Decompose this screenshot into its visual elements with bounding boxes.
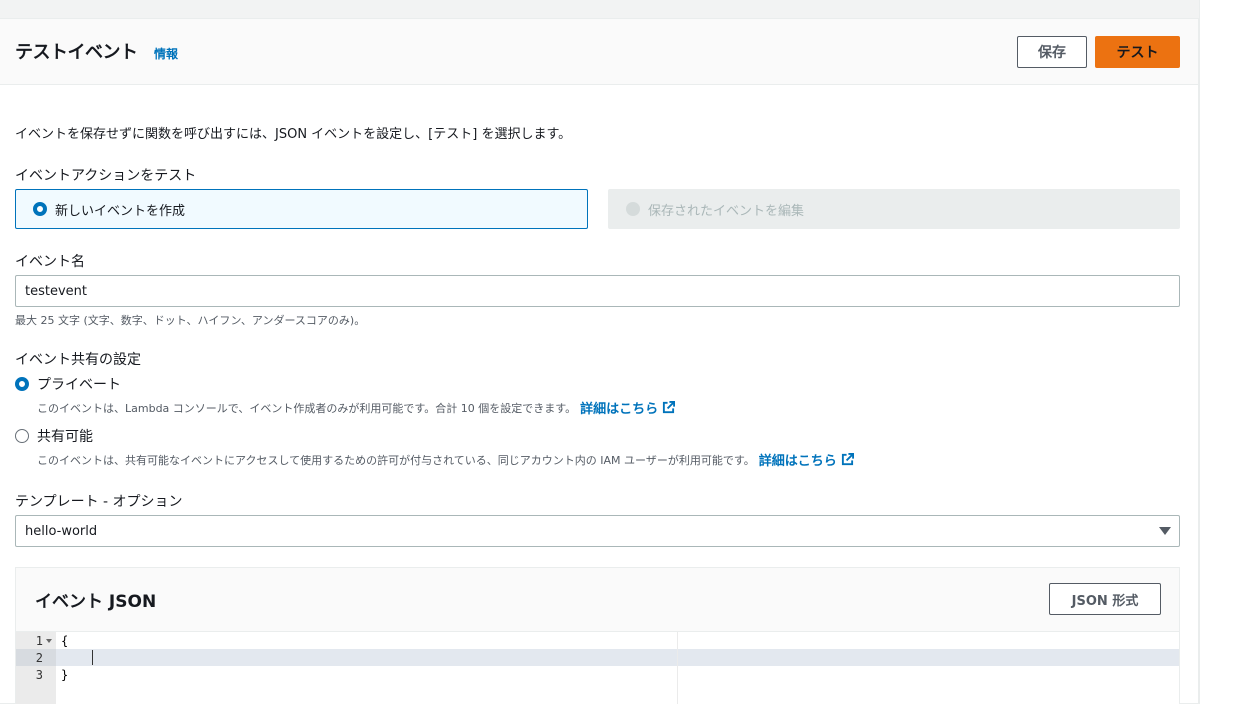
learn-more-link-private[interactable]: 詳細はこちら bbox=[580, 398, 676, 417]
learn-more-label: 詳細はこちら bbox=[758, 454, 837, 469]
shareable-description-text: このイベントは、共有可能なイベントにアクセスして使用するための許可が付与されてい… bbox=[37, 453, 755, 467]
description-text: イベントを保存せずに関数を呼び出すには、JSON イベントを設定し、[テスト] … bbox=[15, 127, 572, 142]
json-code-editor[interactable]: 1 { 2 3 } bbox=[16, 632, 1179, 704]
line-number: 3 bbox=[35, 667, 43, 682]
save-button[interactable]: 保存 bbox=[1017, 36, 1087, 68]
sharing-label: イベント共有の設定 bbox=[15, 352, 141, 368]
json-format-button[interactable]: JSON 形式 bbox=[1049, 583, 1161, 615]
event-action-label: イベントアクションをテスト bbox=[15, 168, 197, 184]
external-link-icon bbox=[663, 401, 676, 414]
line-number: 2 bbox=[35, 650, 43, 665]
panel-header: テストイベント 情報 保存 テスト bbox=[0, 19, 1198, 85]
print-margin bbox=[677, 632, 678, 704]
edit-saved-event-tile: 保存されたイベントを編集 bbox=[608, 189, 1180, 229]
radio-private-label: プライベート bbox=[37, 377, 121, 393]
code-line: } bbox=[61, 667, 69, 682]
caret-down-icon bbox=[1159, 527, 1171, 535]
private-description-text: このイベントは、Lambda コンソールで、イベント作成者のみが利用可能です。合… bbox=[37, 401, 577, 415]
info-link[interactable]: 情報 bbox=[154, 45, 178, 62]
radio-private[interactable]: プライベート bbox=[15, 374, 121, 394]
template-value: hello-world bbox=[25, 523, 98, 539]
test-event-panel: テストイベント 情報 保存 テスト イベントを保存せずに関数を呼び出すには、JS… bbox=[0, 18, 1199, 704]
learn-more-link-shareable[interactable]: 詳細はこちら bbox=[759, 450, 854, 469]
line-number: 1 bbox=[35, 633, 43, 648]
code-line: { bbox=[61, 633, 69, 648]
template-label: テンプレート - オプション bbox=[15, 494, 183, 510]
radio-selected-icon bbox=[33, 202, 47, 216]
private-description: このイベントは、Lambda コンソールで、イベント作成者のみが利用可能です。合… bbox=[37, 398, 676, 417]
event-name-input[interactable]: testevent bbox=[15, 275, 1180, 307]
learn-more-label: 詳細はこちら bbox=[580, 402, 659, 417]
radio-shareable-label: 共有可能 bbox=[37, 429, 93, 445]
edit-saved-event-label: 保存されたイベントを編集 bbox=[648, 203, 805, 219]
fold-arrow-icon[interactable] bbox=[46, 639, 52, 643]
radio-selected-icon bbox=[15, 377, 29, 391]
radio-unselected-icon bbox=[15, 429, 29, 443]
event-json-header: イベント JSON JSON 形式 bbox=[16, 568, 1179, 632]
external-link-icon bbox=[841, 453, 854, 466]
template-select[interactable]: hello-world bbox=[15, 515, 1180, 547]
radio-shareable[interactable]: 共有可能 bbox=[15, 426, 93, 446]
right-gutter bbox=[1199, 0, 1235, 704]
event-name-value: testevent bbox=[25, 283, 87, 299]
create-new-event-tile[interactable]: 新しいイベントを作成 bbox=[15, 189, 588, 229]
event-name-hint: 最大 25 文字 (文字、数字、ドット、ハイフン、アンダースコアのみ)。 bbox=[15, 314, 366, 327]
event-name-label: イベント名 bbox=[15, 254, 85, 270]
page-title: テストイベント bbox=[15, 42, 138, 63]
radio-disabled-icon bbox=[626, 202, 640, 216]
create-new-event-label: 新しいイベントを作成 bbox=[55, 203, 186, 219]
text-cursor bbox=[92, 650, 93, 665]
event-json-panel: イベント JSON JSON 形式 1 { 2 3 } bbox=[15, 567, 1180, 704]
event-json-title: イベント JSON bbox=[35, 592, 157, 612]
active-line-highlight bbox=[16, 649, 1179, 666]
shareable-description: このイベントは、共有可能なイベントにアクセスして使用するための許可が付与されてい… bbox=[37, 450, 854, 469]
test-button[interactable]: テスト bbox=[1095, 36, 1180, 68]
